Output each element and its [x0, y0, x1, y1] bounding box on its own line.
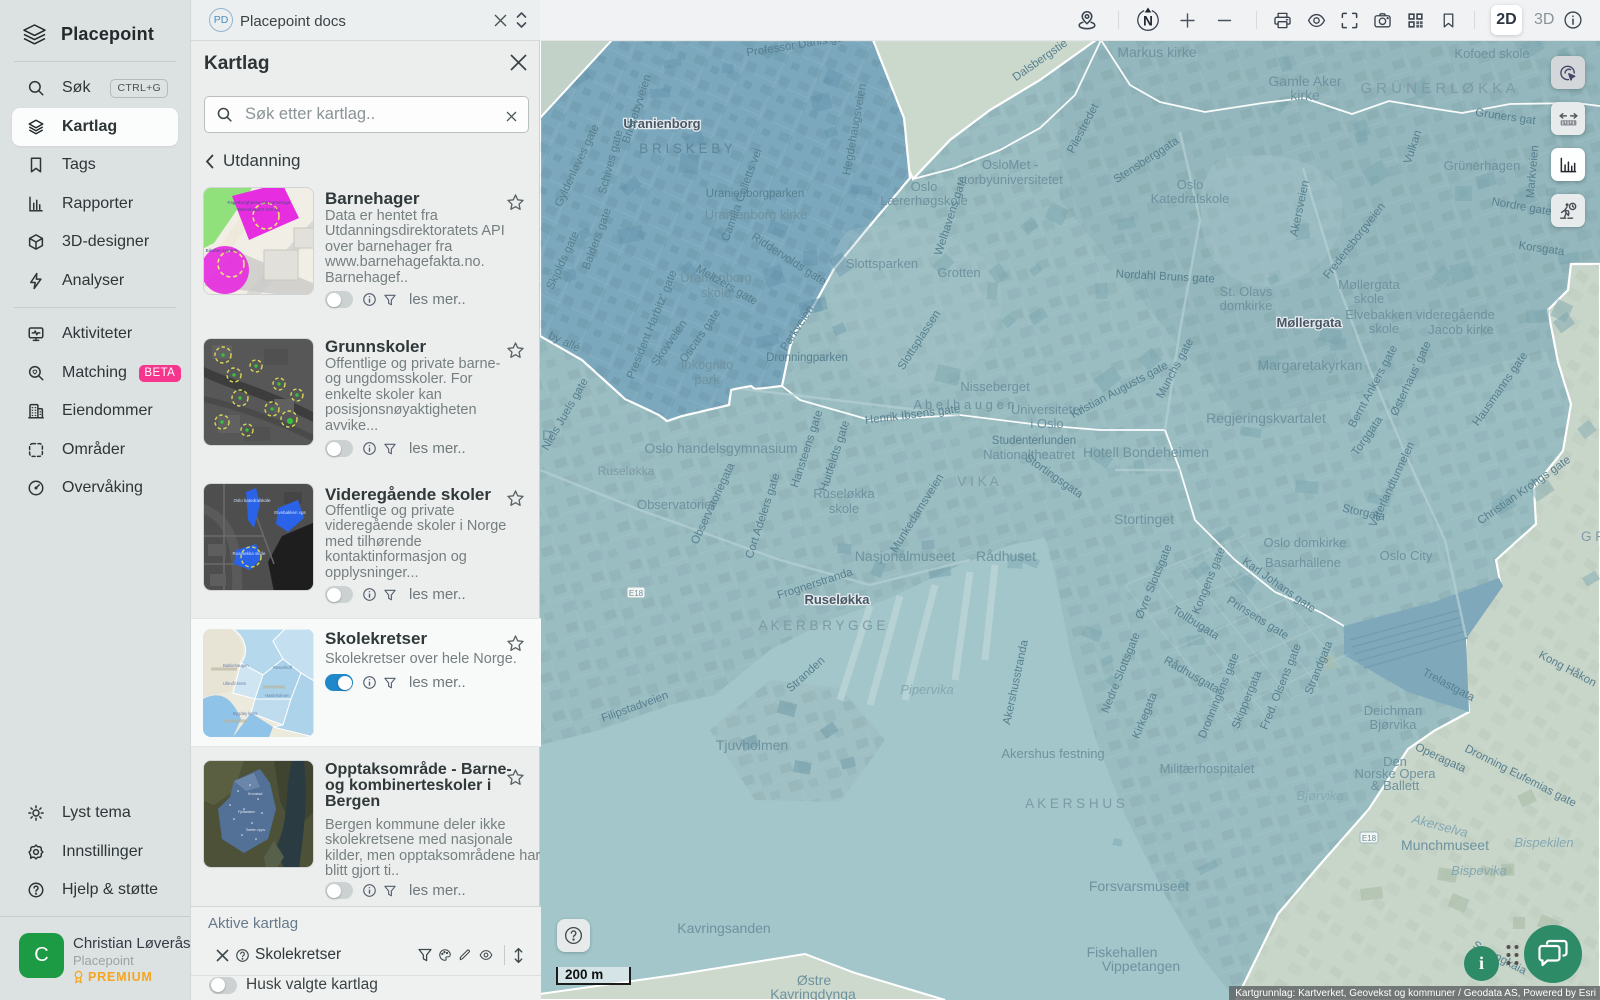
svg-text:Deichman: Deichman	[1364, 703, 1423, 718]
svg-text:Grünerhagen: Grünerhagen	[1444, 158, 1521, 173]
svg-text:Stortinget: Stortinget	[1114, 511, 1174, 527]
svg-text:OsloMet -: OsloMet -	[982, 157, 1038, 172]
svg-text:Bjørvika: Bjørvika	[1370, 717, 1418, 732]
svg-text:storbyuniversitetet: storbyuniversitetet	[957, 172, 1063, 187]
svg-text:A K E R S H U S: A K E R S H U S	[1025, 796, 1125, 811]
svg-text:Bispekilen: Bispekilen	[1514, 835, 1573, 850]
svg-text:Ruseløkka skole: Ruseløkka skole	[232, 551, 266, 556]
svg-text:domkirke: domkirke	[1220, 298, 1273, 313]
svg-text:skole: skole	[829, 501, 859, 516]
svg-text:skole: skole	[1369, 321, 1399, 336]
svg-text:Slottsparken: Slottsparken	[846, 256, 918, 271]
svg-text:Ruseløkka: Ruseløkka	[804, 592, 870, 607]
svg-text:Pipervika: Pipervika	[900, 682, 953, 697]
svg-text:Grotten: Grotten	[937, 265, 980, 280]
svg-text:Nasjonalmuseet: Nasjonalmuseet	[855, 548, 955, 564]
svg-text:N: N	[1143, 14, 1153, 29]
svg-text:Margaretakyrkan: Margaretakyrkan	[1257, 357, 1362, 373]
svg-text:Markus kirke: Markus kirke	[1117, 44, 1197, 60]
svg-text:& Ballett: & Ballett	[1371, 778, 1420, 793]
svg-text:E18: E18	[629, 589, 644, 598]
svg-text:Rådhuset: Rådhuset	[976, 548, 1036, 564]
svg-text:Fagerborghjemmets barnehage: Fagerborghjemmets barnehage	[227, 200, 291, 205]
svg-text:Oslo domkirke: Oslo domkirke	[1263, 535, 1346, 550]
svg-text:Bispevika: Bispevika	[1451, 863, 1507, 878]
svg-text:E18: E18	[1362, 834, 1377, 843]
svg-text:V I K A: V I K A	[957, 474, 998, 489]
svg-text:Uranienborgparken: Uranienborgparken	[706, 188, 804, 200]
svg-text:Hotell Bondeheimen: Hotell Bondeheimen	[1083, 444, 1209, 460]
svg-text:Bikuben barneh.: Bikuben barneh.	[206, 248, 239, 253]
svg-text:Oslo: Oslo	[911, 179, 938, 194]
svg-text:Oslo: Oslo	[1177, 177, 1204, 192]
svg-text:Vippetangen: Vippetangen	[1102, 958, 1180, 974]
svg-text:Kavringsanden: Kavringsanden	[677, 920, 770, 936]
svg-text:Militærhospitalet: Militærhospitalet	[1160, 761, 1255, 776]
svg-text:D: D	[542, 427, 552, 443]
svg-text:Barnehage(0-100 år): Barnehage(0-100 år)	[238, 206, 280, 212]
svg-text:Kofoed skole: Kofoed skole	[1454, 46, 1529, 61]
svg-text:park: park	[694, 372, 720, 387]
svg-text:Uranienborg kirke: Uranienborg kirke	[705, 207, 808, 222]
svg-text:Oslo handelsgymnasium: Oslo handelsgymnasium	[644, 440, 797, 456]
svg-text:Bjørvika: Bjørvika	[1297, 788, 1344, 803]
svg-text:G R Ü N E R L Ø K K A: G R Ü N E R L Ø K K A	[1360, 79, 1515, 97]
svg-text:Katedralskole: Katedralskole	[1151, 191, 1230, 206]
svg-text:Elvebakken videregående: Elvebakken videregående	[1345, 307, 1495, 322]
svg-text:Kavringdynga: Kavringdynga	[770, 986, 856, 1000]
svg-text:Kronstad: Kronstad	[248, 792, 262, 796]
svg-text:skole: skole	[1354, 291, 1384, 306]
svg-text:i Oslo: i Oslo	[1030, 416, 1063, 431]
svg-text:Forsvarsmuseet: Forsvarsmuseet	[1089, 878, 1189, 894]
svg-text:St. Olavs: St. Olavs	[1220, 284, 1273, 299]
svg-text:Bakkehaugen: Bakkehaugen	[223, 663, 249, 668]
svg-text:Sælen oppv.: Sælen oppv.	[246, 828, 266, 832]
svg-text:Studenterlunden: Studenterlunden	[992, 435, 1076, 447]
svg-text:Akershus festning: Akershus festning	[1001, 746, 1104, 761]
svg-text:Oslo City: Oslo City	[1380, 548, 1433, 563]
svg-text:Jacob kirke: Jacob kirke	[1428, 322, 1494, 337]
svg-text:Regjeringskvartalet: Regjeringskvartalet	[1206, 410, 1326, 426]
svg-text:Munchmuseet: Munchmuseet	[1401, 837, 1489, 853]
svg-text:A K E R B R Y G G E: A K E R B R Y G G E	[758, 618, 885, 633]
svg-text:Dronningparken: Dronningparken	[766, 352, 848, 364]
svg-text:Oslo katedralskole: Oslo katedralskole	[233, 498, 271, 503]
svg-text:Tjuvholmen: Tjuvholmen	[716, 737, 788, 753]
svg-text:Basarhallene: Basarhallene	[1265, 555, 1341, 570]
svg-text:kirke: kirke	[1290, 87, 1320, 103]
svg-text:Bygdøy krets: Bygdøy krets	[233, 711, 257, 716]
svg-text:Hasleholmen: Hasleholmen	[265, 693, 290, 698]
svg-text:G R: G R	[1581, 529, 1600, 544]
svg-text:Nisseberget: Nisseberget	[960, 379, 1030, 394]
svg-text:Inkognito: Inkognito	[681, 357, 734, 372]
svg-text:Fjellsdalen: Fjellsdalen	[238, 810, 255, 814]
svg-text:Elvebakken vgs: Elvebakken vgs	[274, 510, 306, 515]
svg-text:Ullevål krets: Ullevål krets	[223, 681, 246, 686]
svg-text:Møllergata: Møllergata	[1338, 277, 1400, 292]
svg-text:B R I S K E B Y: B R I S K E B Y	[639, 141, 733, 156]
svg-text:Møllergata: Møllergata	[1276, 315, 1342, 330]
svg-text:Ruseløkka: Ruseløkka	[598, 464, 655, 478]
svg-text:Rosenhoff: Rosenhoff	[273, 665, 293, 670]
